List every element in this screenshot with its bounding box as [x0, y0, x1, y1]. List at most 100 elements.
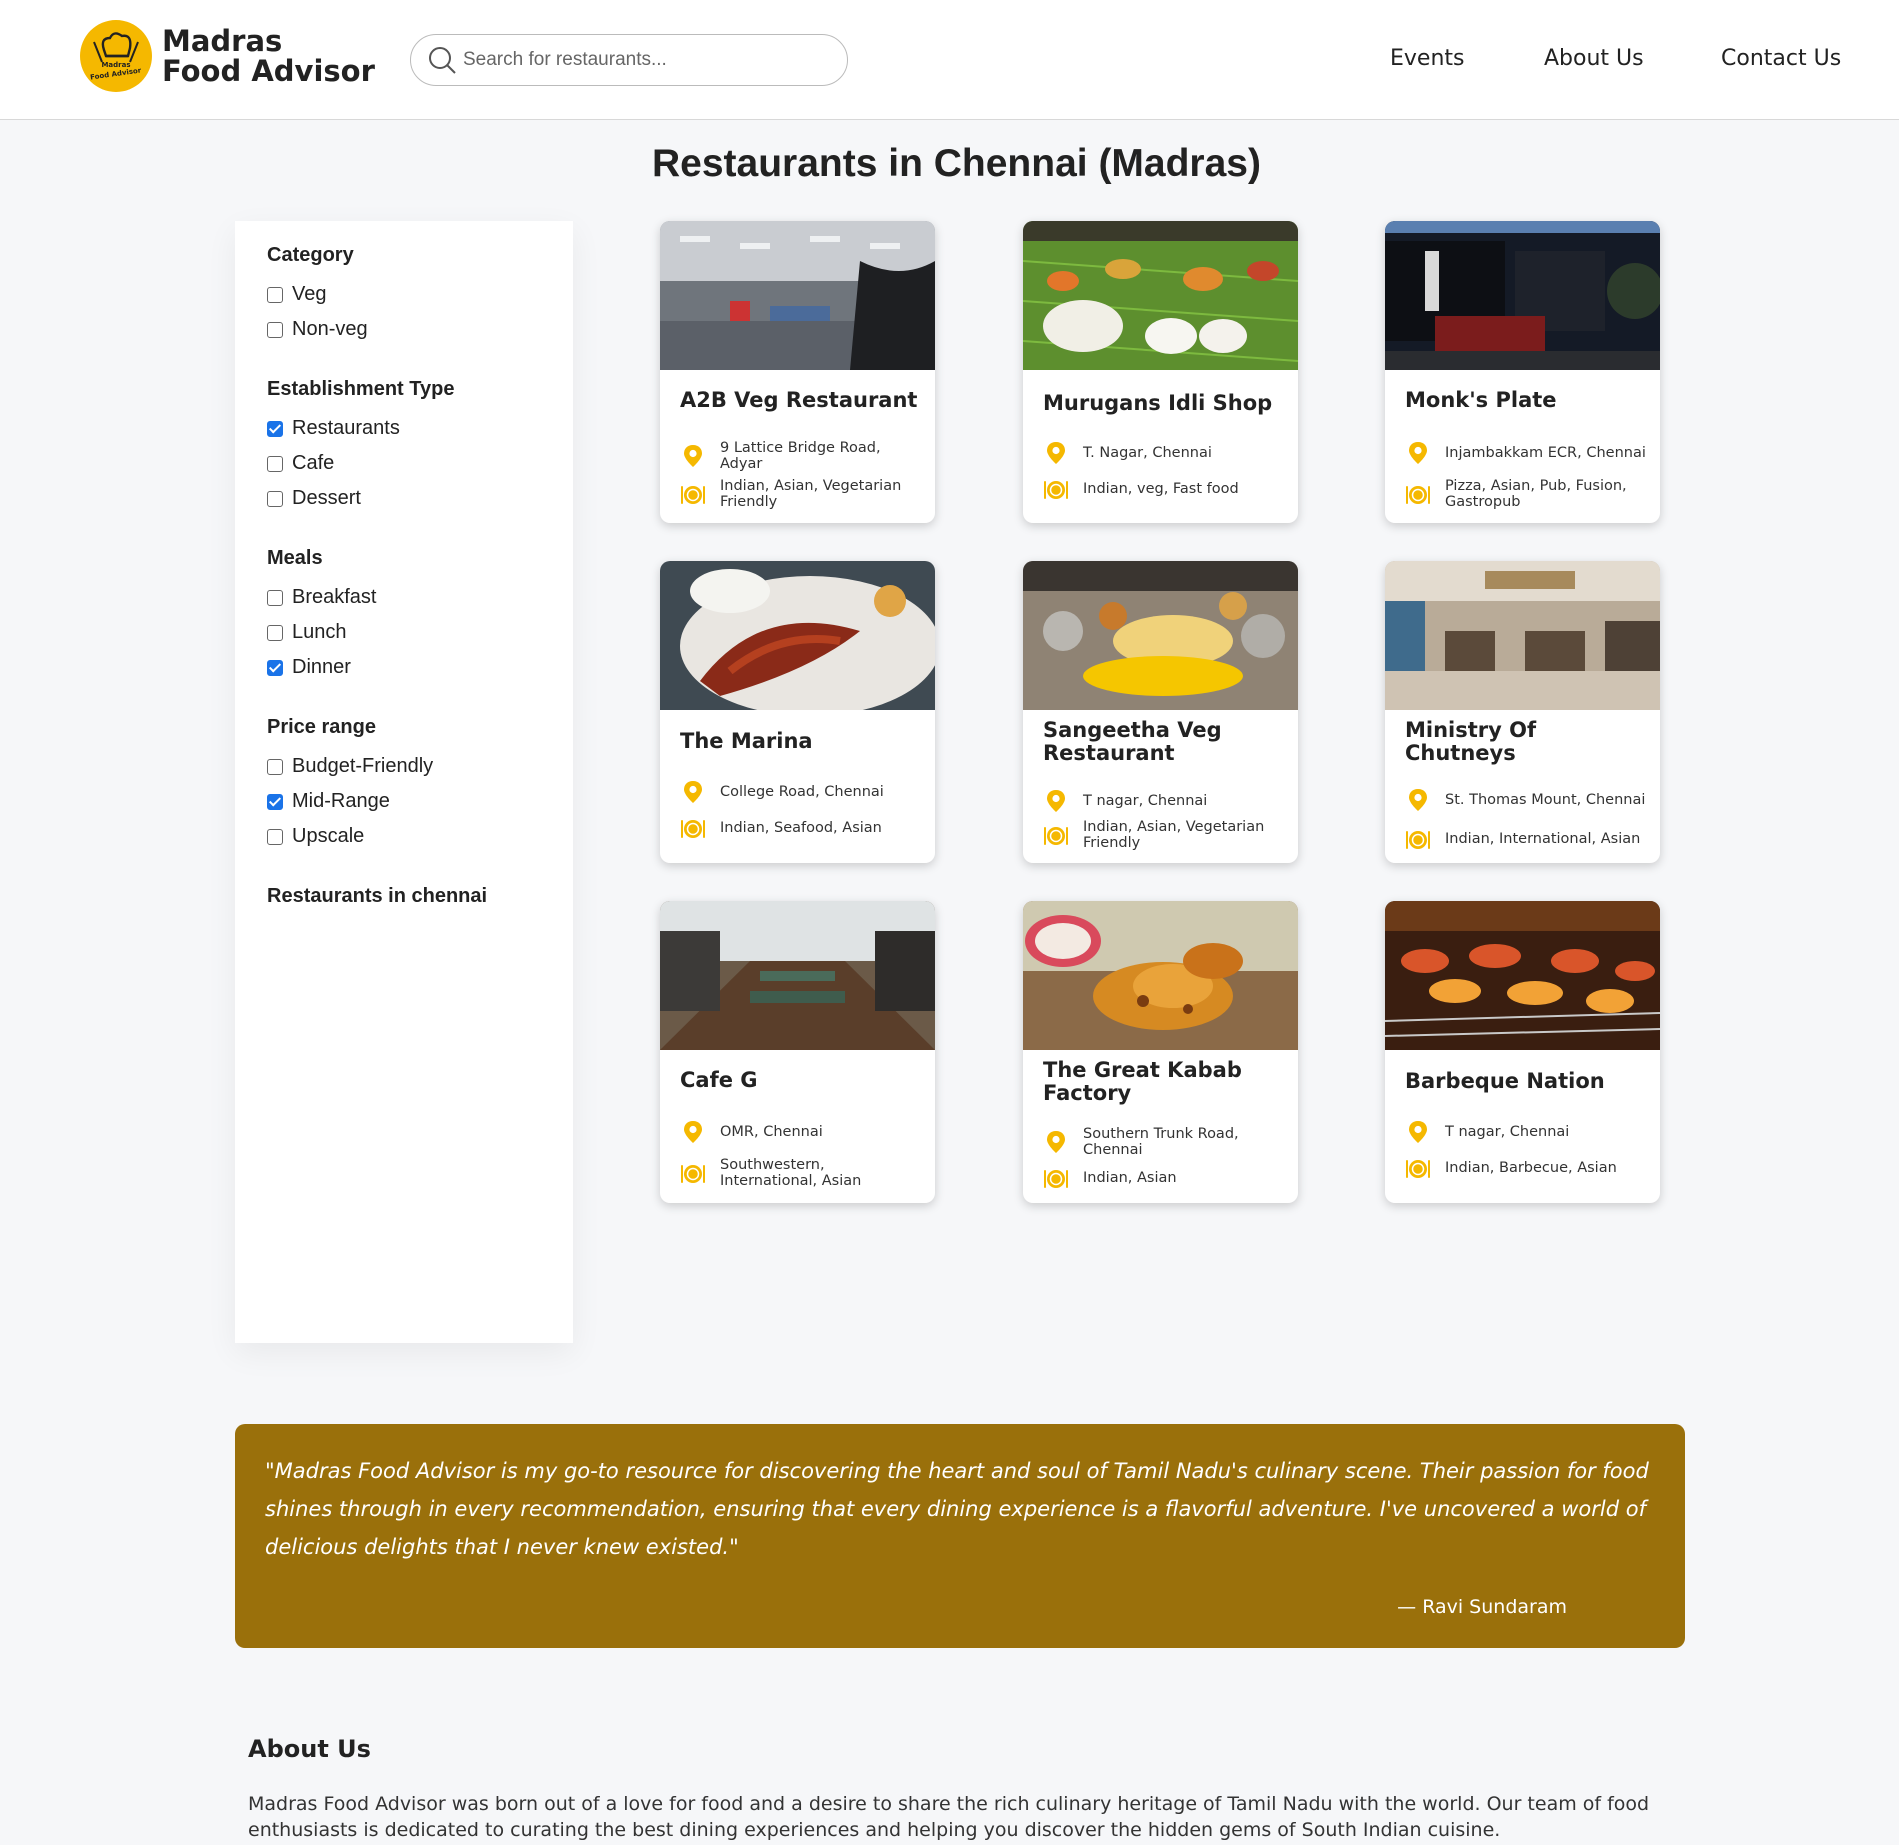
cuisine-text: Pizza, Asian, Pub, Fusion, Gastropub — [1445, 478, 1627, 510]
filter-dinner[interactable]: Dinner — [267, 656, 351, 679]
location-pin-icon — [1047, 790, 1065, 812]
location-text: Southern Trunk Road, Chennai — [1083, 1126, 1239, 1158]
filter-label: Upscale — [292, 825, 365, 847]
filter-label: Breakfast — [292, 586, 377, 608]
logo-badge: Madras Food Advisor — [80, 20, 152, 92]
restaurant-card[interactable]: The Marina College Road, Chennai Indian,… — [660, 561, 935, 863]
filter-budget-friendly[interactable]: Budget-Friendly — [267, 755, 433, 778]
restaurant-name: Barbeque Nation — [1405, 1069, 1605, 1093]
restaurant-name: The Marina — [680, 729, 813, 753]
cuisine-text: Indian, Barbecue, Asian — [1445, 1160, 1617, 1176]
plate-cutlery-icon — [1406, 831, 1430, 849]
plate-cutlery-icon — [681, 486, 705, 504]
checkbox-checked[interactable] — [267, 659, 283, 676]
location-pin-icon — [684, 445, 702, 467]
filter-label: Lunch — [292, 621, 347, 643]
checkbox[interactable] — [267, 455, 283, 472]
search-input[interactable]: Search for restaurants... — [410, 34, 848, 86]
checkbox[interactable] — [267, 828, 283, 845]
filter-breakfast[interactable]: Breakfast — [267, 586, 376, 609]
cuisine-text: Indian, veg, Fast food — [1083, 481, 1239, 497]
checkbox-checked[interactable] — [267, 420, 283, 437]
cuisine-text: Indian, Asian — [1083, 1170, 1177, 1186]
checkbox[interactable] — [267, 321, 283, 338]
filter-group-establishment: Establishment Type — [267, 378, 455, 400]
restaurant-card[interactable]: Ministry Of Chutneys St. Thomas Mount, C… — [1385, 561, 1660, 863]
filter-upscale[interactable]: Upscale — [267, 825, 364, 848]
restaurant-card[interactable]: Barbeque Nation T nagar, Chennai Indian,… — [1385, 901, 1660, 1203]
filter-label: Dessert — [292, 487, 361, 509]
location-text: St. Thomas Mount, Chennai — [1445, 792, 1646, 808]
restaurant-card[interactable]: Sangeetha Veg Restaurant T nagar, Chenna… — [1023, 561, 1298, 863]
plate-cutlery-icon — [1406, 486, 1430, 504]
filter-label: Cafe — [292, 452, 335, 474]
filter-restaurants[interactable]: Restaurants — [267, 417, 400, 440]
restaurant-card[interactable]: A2B Veg Restaurant 9 Lattice Bridge Road… — [660, 221, 935, 523]
page-title: Restaurants in Chennai (Madras) — [652, 142, 1261, 185]
restaurant-location: St. Thomas Mount, Chennai — [1405, 787, 1650, 813]
testimonial-banner: "Madras Food Advisor is my go-to resourc… — [235, 1424, 1685, 1648]
filter-veg[interactable]: Veg — [267, 283, 326, 306]
restaurant-name: Cafe G — [680, 1068, 758, 1092]
restaurant-photo — [1023, 901, 1298, 1050]
restaurant-card[interactable]: Monk's Plate Injambakkam ECR, Chennai Pi… — [1385, 221, 1660, 523]
location-pin-icon — [1047, 1131, 1065, 1153]
cuisine-text: Indian, Seafood, Asian — [720, 820, 882, 836]
checkbox[interactable] — [267, 286, 283, 303]
restaurant-cuisine: Indian, Seafood, Asian — [680, 815, 925, 841]
sidebar-footer-title: Restaurants in chennai — [267, 885, 488, 907]
nav-events[interactable]: Events — [1390, 46, 1465, 71]
restaurant-location: OMR, Chennai — [680, 1119, 925, 1145]
brand-logo[interactable]: Madras Food Advisor Madras Food Advisor — [80, 20, 375, 92]
restaurant-name: Monk's Plate — [1405, 388, 1557, 412]
nav-about-us[interactable]: About Us — [1544, 46, 1644, 71]
restaurant-name: Ministry Of Chutneys — [1405, 718, 1537, 765]
checkbox[interactable] — [267, 490, 283, 507]
restaurant-location: T nagar, Chennai — [1405, 1119, 1650, 1145]
filter-mid-range[interactable]: Mid-Range — [267, 790, 390, 813]
location-text: Injambakkam ECR, Chennai — [1445, 445, 1646, 461]
testimonial-author: — Ravi Sundaram — [1397, 1596, 1567, 1618]
restaurant-card[interactable]: Murugans Idli Shop T. Nagar, Chennai Ind… — [1023, 221, 1298, 523]
checkbox-checked[interactable] — [267, 793, 283, 810]
filter-lunch[interactable]: Lunch — [267, 621, 347, 644]
restaurant-photo — [1023, 561, 1298, 710]
plate-cutlery-icon — [681, 1165, 705, 1183]
filter-label: Restaurants — [292, 417, 400, 439]
chef-hat-icon: Madras Food Advisor — [90, 32, 142, 82]
filter-label: Budget-Friendly — [292, 755, 434, 777]
checkbox[interactable] — [267, 589, 283, 606]
filter-dessert[interactable]: Dessert — [267, 487, 361, 510]
filter-label: Dinner — [292, 656, 351, 678]
restaurant-photo — [660, 561, 935, 710]
location-pin-icon — [1409, 442, 1427, 464]
checkbox[interactable] — [267, 624, 283, 641]
restaurant-name: Sangeetha Veg Restaurant — [1043, 718, 1222, 765]
checkbox[interactable] — [267, 758, 283, 775]
restaurant-location: College Road, Chennai — [680, 779, 925, 805]
location-text: T nagar, Chennai — [1083, 793, 1208, 809]
restaurant-location: T. Nagar, Chennai — [1043, 440, 1288, 466]
restaurant-photo — [1023, 221, 1298, 370]
restaurant-photo — [1385, 561, 1660, 710]
nav-contact-us[interactable]: Contact Us — [1721, 46, 1841, 71]
restaurant-location: T nagar, Chennai — [1043, 788, 1288, 814]
filter-non-veg[interactable]: Non-veg — [267, 318, 368, 341]
restaurant-cuisine: Indian, Barbecue, Asian — [1405, 1155, 1650, 1181]
filter-cafe[interactable]: Cafe — [267, 452, 334, 475]
restaurant-photo — [660, 901, 935, 1050]
filter-group-category: Category — [267, 244, 354, 266]
plate-cutlery-icon — [1406, 1160, 1430, 1178]
restaurant-photo — [660, 221, 935, 370]
filter-label: Veg — [292, 283, 327, 305]
restaurant-cuisine: Indian, International, Asian — [1405, 826, 1650, 852]
location-text: OMR, Chennai — [720, 1124, 823, 1140]
location-text: College Road, Chennai — [720, 784, 884, 800]
plate-cutlery-icon — [1044, 1170, 1068, 1188]
restaurant-card[interactable]: The Great Kabab Factory Southern Trunk R… — [1023, 901, 1298, 1203]
plate-cutlery-icon — [1044, 481, 1068, 499]
cuisine-text: Indian, Asian, Vegetarian Friendly — [1083, 819, 1265, 851]
restaurant-card[interactable]: Cafe G OMR, Chennai Southwestern, Intern… — [660, 901, 935, 1203]
restaurant-cuisine: Indian, veg, Fast food — [1043, 476, 1288, 502]
restaurant-location: Injambakkam ECR, Chennai — [1405, 440, 1650, 466]
